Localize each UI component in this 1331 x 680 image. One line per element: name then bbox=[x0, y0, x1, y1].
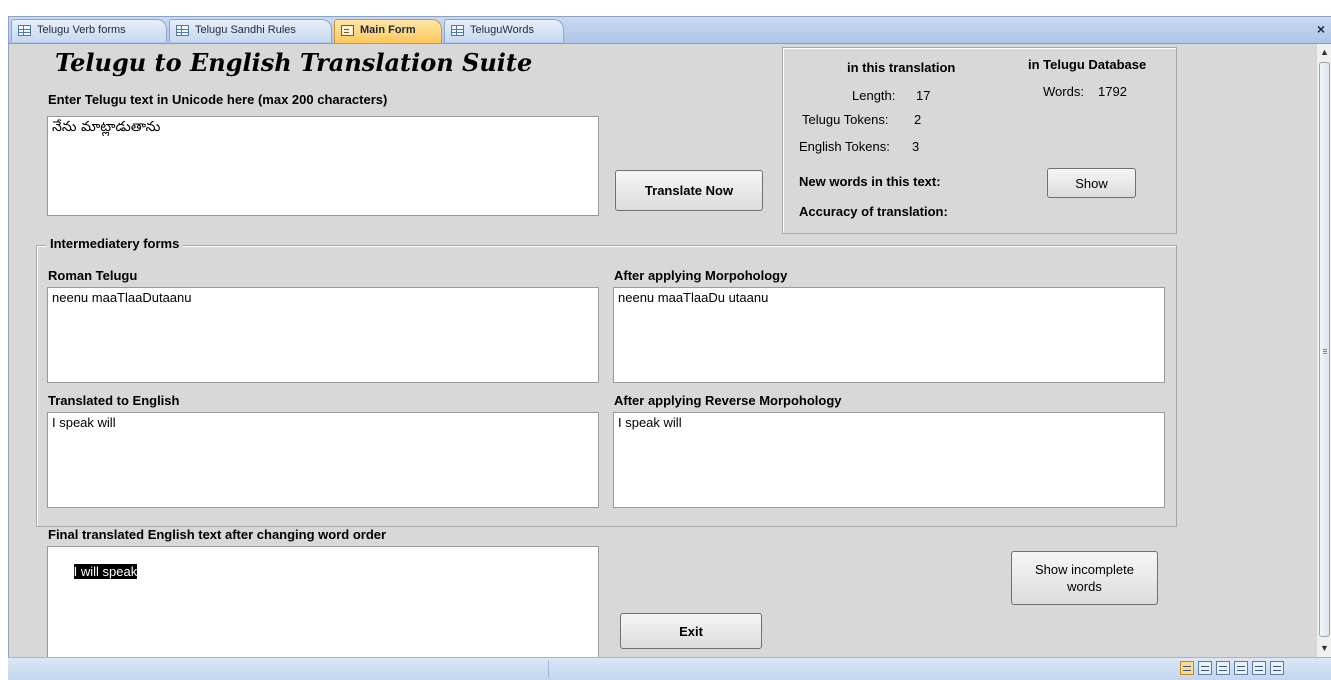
form-title: Telugu to English Translation Suite bbox=[55, 48, 533, 77]
tab-telugu-words[interactable]: TeluguWords bbox=[444, 19, 564, 42]
vertical-scrollbar[interactable]: ▲ ▼ bbox=[1316, 44, 1331, 657]
reverse-morphology-field[interactable]: I speak will bbox=[613, 412, 1165, 508]
tab-label: Telugu Verb forms bbox=[37, 24, 126, 36]
design-view-icon[interactable] bbox=[1270, 661, 1284, 675]
length-label: Length: bbox=[852, 88, 896, 103]
this-translation-header: in this translation bbox=[847, 60, 956, 75]
morphology-field[interactable]: neenu maaTlaaDu utaanu bbox=[613, 287, 1165, 383]
tab-label: TeluguWords bbox=[470, 24, 534, 36]
english-tokens-value: 3 bbox=[912, 139, 920, 154]
scrollbar-thumb[interactable] bbox=[1319, 62, 1330, 637]
telugu-database-header: in Telugu Database bbox=[1028, 57, 1147, 72]
show-new-words-button[interactable]: Show bbox=[1047, 168, 1136, 198]
status-bar bbox=[8, 657, 1331, 680]
length-value: 17 bbox=[916, 88, 931, 103]
tab-telugu-verb-forms[interactable]: Telugu Verb forms bbox=[11, 19, 167, 42]
telugu-tokens-value: 2 bbox=[914, 112, 922, 127]
scroll-up-icon[interactable]: ▲ bbox=[1320, 47, 1329, 57]
table-icon bbox=[18, 25, 31, 36]
intermediate-forms-legend: Intermediatery forms bbox=[46, 236, 184, 251]
table-icon bbox=[176, 25, 189, 36]
table-icon bbox=[451, 25, 464, 36]
document-tab-bar: Telugu Verb forms Telugu Sandhi Rules Ma… bbox=[9, 17, 1331, 44]
form-icon bbox=[341, 25, 354, 36]
roman-telugu-label: Roman Telugu bbox=[48, 268, 138, 283]
translate-now-button[interactable]: Translate Now bbox=[615, 170, 763, 211]
datasheet-view-icon[interactable] bbox=[1198, 661, 1212, 675]
main-form: Telugu to English Translation Suite Ente… bbox=[9, 44, 1316, 657]
morphology-label: After applying Morpohology bbox=[614, 268, 788, 283]
words-value: 1792 bbox=[1098, 84, 1127, 99]
show-incomplete-words-button[interactable]: Show incomplete words bbox=[1011, 551, 1158, 605]
scroll-down-icon[interactable]: ▼ bbox=[1320, 643, 1329, 653]
tab-main-form[interactable]: Main Form bbox=[334, 19, 442, 43]
layout-view-icon[interactable] bbox=[1252, 661, 1266, 675]
tab-label: Main Form bbox=[360, 24, 416, 36]
access-window: Telugu Verb forms Telugu Sandhi Rules Ma… bbox=[8, 16, 1331, 680]
exit-button[interactable]: Exit bbox=[620, 613, 762, 649]
final-text-label: Final translated English text after chan… bbox=[48, 527, 387, 542]
translated-english-field[interactable]: I speak will bbox=[47, 412, 599, 508]
form-view-icon[interactable] bbox=[1180, 661, 1194, 675]
final-text-selection: I will speak bbox=[73, 564, 138, 579]
tab-telugu-sandhi-rules[interactable]: Telugu Sandhi Rules bbox=[169, 19, 332, 42]
final-text-field[interactable]: I will speak bbox=[47, 546, 599, 657]
reverse-morphology-label: After applying Reverse Morpohology bbox=[614, 393, 842, 408]
tab-label: Telugu Sandhi Rules bbox=[195, 24, 296, 36]
close-icon[interactable]: × bbox=[1317, 20, 1325, 38]
pivot-table-view-icon[interactable] bbox=[1216, 661, 1230, 675]
accuracy-label: Accuracy of translation: bbox=[799, 204, 948, 219]
telugu-input-label: Enter Telugu text in Unicode here (max 2… bbox=[48, 92, 388, 107]
telugu-tokens-label: Telugu Tokens: bbox=[802, 112, 889, 127]
pivot-chart-view-icon[interactable] bbox=[1234, 661, 1248, 675]
translated-english-label: Translated to English bbox=[48, 393, 180, 408]
words-label: Words: bbox=[1043, 84, 1084, 99]
telugu-input-field[interactable]: నేను మాట్లాడుతాను bbox=[47, 116, 599, 216]
new-words-label: New words in this text: bbox=[799, 174, 941, 189]
english-tokens-label: English Tokens: bbox=[799, 139, 890, 154]
roman-telugu-field[interactable]: neenu maaTlaaDutaanu bbox=[47, 287, 599, 383]
